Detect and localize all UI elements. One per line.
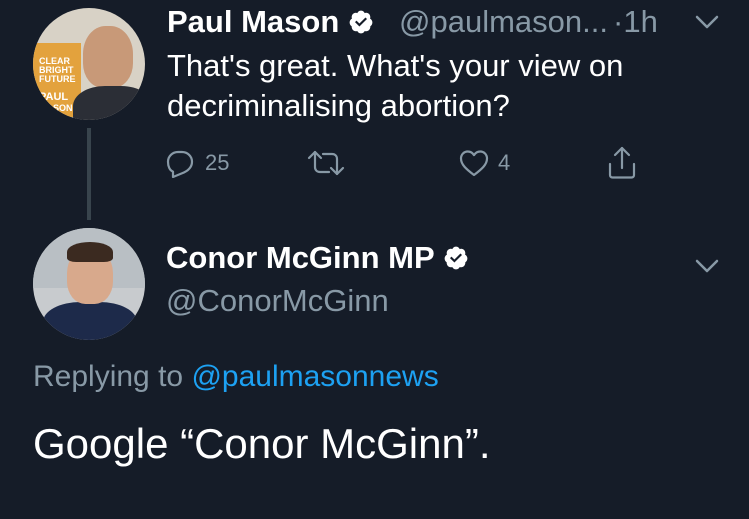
retweet-icon	[307, 150, 345, 176]
main-tweet-text: Google “Conor McGinn”.	[33, 420, 491, 467]
parent-handle[interactable]: @paulmason...	[399, 4, 608, 40]
main-handle[interactable]: @ConorMcGinn	[166, 283, 389, 319]
replying-to-line: Replying to @paulmasonnews	[33, 360, 439, 394]
share-icon	[608, 146, 636, 179]
parent-tweet-text: That's great. What's your view on decrim…	[167, 48, 624, 123]
replying-to-mention-link[interactable]: @paulmasonnews	[191, 360, 438, 393]
avatar-shirt	[73, 86, 145, 120]
avatar-shirt	[43, 302, 137, 340]
main-author-name[interactable]: Conor McGinn MP	[166, 240, 469, 276]
display-name: Conor McGinn MP	[166, 240, 435, 275]
avatar-paul-mason[interactable]: CLEAR BRIGHT FUTURE PAUL MASON	[33, 8, 145, 120]
verified-badge-icon	[349, 10, 373, 34]
reply-count: 25	[205, 150, 230, 175]
book-text-line: PAUL	[39, 91, 69, 103]
avatar-conor-mcginn[interactable]	[33, 228, 145, 340]
avatar-face	[83, 26, 133, 88]
book-text-line: MASON	[39, 103, 73, 113]
chevron-down-icon[interactable]	[694, 14, 720, 30]
time-label: 1h	[623, 4, 658, 39]
like-icon	[459, 150, 489, 177]
verified-badge-icon	[444, 246, 468, 270]
book-text-line: FUTURE	[39, 74, 76, 84]
reply-icon	[166, 150, 194, 178]
thread-connector-line	[87, 128, 91, 220]
chevron-down-icon[interactable]	[694, 258, 720, 274]
dot-separator: ·	[613, 4, 624, 39]
avatar-hair	[67, 242, 113, 262]
display-name: Paul Mason	[167, 4, 340, 39]
parent-author-name[interactable]: Paul Mason	[167, 4, 374, 40]
like-count: 4	[498, 150, 511, 175]
parent-timestamp[interactable]: ·1h	[613, 4, 658, 40]
replying-prefix: Replying to	[33, 360, 184, 393]
